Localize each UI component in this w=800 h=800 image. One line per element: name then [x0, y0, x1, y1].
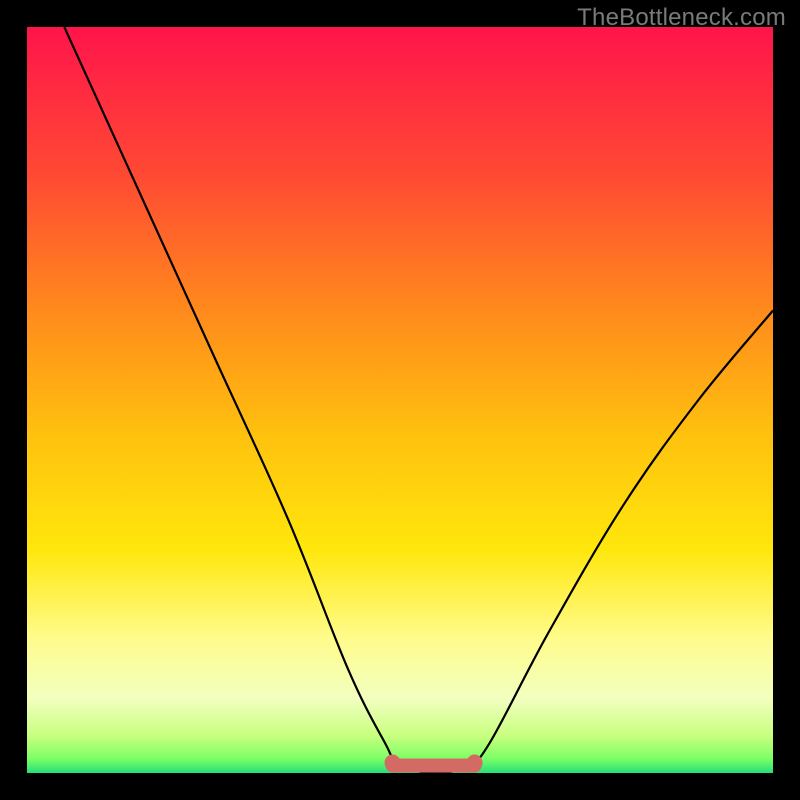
curve-path: [64, 27, 773, 773]
chart-frame: TheBottleneck.com: [0, 0, 800, 800]
watermark-text: TheBottleneck.com: [577, 4, 786, 32]
plot-area: [27, 27, 773, 773]
highlight-band: [385, 755, 483, 771]
chart-svg: [27, 27, 773, 773]
